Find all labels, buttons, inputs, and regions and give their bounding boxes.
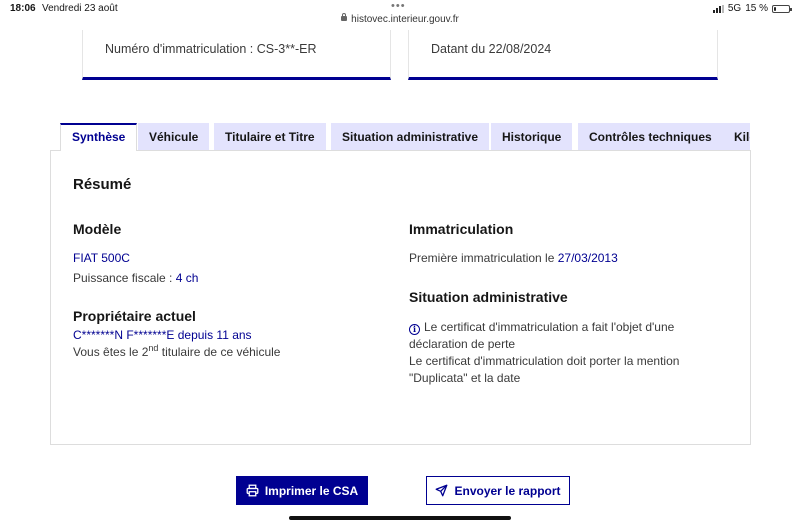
tab-situation-administrative[interactable]: Situation administrative <box>331 123 490 151</box>
home-indicator[interactable] <box>289 516 511 520</box>
address-bar[interactable]: histovec.interieur.gouv.fr <box>0 13 800 25</box>
send-icon <box>435 484 448 497</box>
admin-line-1-text: Le certificat d'immatriculation a fait l… <box>424 320 675 334</box>
send-report-label: Envoyer le rapport <box>454 483 561 498</box>
report-tabs: Synthèse Véhicule Titulaire et Titre Sit… <box>60 123 750 151</box>
admin-line-2: déclaration de perte <box>409 337 516 351</box>
owner-line: C*******N F*******E depuis 11 ans <box>73 327 252 344</box>
owner-rank-prefix: Vous êtes le 2 <box>73 345 149 359</box>
first-registration-label: Première immatriculation le <box>409 251 558 265</box>
first-registration: Première immatriculation le 27/03/2013 <box>409 250 618 267</box>
battery-fill <box>774 6 777 11</box>
summary-title: Résumé <box>73 176 132 193</box>
owner-heading: Propriétaire actuel <box>73 308 196 324</box>
admin-line-1: i Le certificat d'immatriculation a fait … <box>409 319 679 336</box>
tab-vehicule[interactable]: Véhicule <box>138 123 210 151</box>
owner-rank-rest: titulaire de ce véhicule <box>158 345 281 359</box>
model-heading: Modèle <box>73 221 122 237</box>
owner-rank-suffix: nd <box>148 343 159 353</box>
first-registration-date: 27/03/2013 <box>557 251 618 265</box>
owner-since-value: 11 ans <box>216 328 252 342</box>
fiscal-power: Puissance fiscale : 4 ch <box>73 270 198 287</box>
fiscal-power-value: 4 ch <box>175 271 199 285</box>
tab-controles-techniques[interactable]: Contrôles techniques <box>578 123 723 151</box>
admin-heading: Situation administrative <box>409 289 568 305</box>
signal-icon <box>712 4 724 13</box>
battery-percent: 15 % <box>745 3 768 14</box>
tab-synthese[interactable]: Synthèse <box>60 123 138 151</box>
battery-icon <box>772 4 792 13</box>
admin-info: i Le certificat d'immatriculation a fait … <box>409 319 679 387</box>
report-date: Datant du 22/08/2024 <box>431 42 552 56</box>
status-time: 18:06 <box>10 3 36 14</box>
status-date: Vendredi 23 août <box>42 3 118 14</box>
owner-rank: Vous êtes le 2nd titulaire de ce véhicul… <box>73 344 280 361</box>
model-name: FIAT 500C <box>73 251 130 265</box>
info-icon: i <box>409 324 420 335</box>
registration-heading: Immatriculation <box>409 221 514 237</box>
admin-line-4: "Duplicata" et la date <box>409 371 521 385</box>
date-card: Datant du 22/08/2024 <box>408 30 718 80</box>
fiscal-power-label: Puissance fiscale : <box>73 271 176 285</box>
send-report-button[interactable]: Envoyer le rapport <box>426 476 570 505</box>
admin-line-3: Le certificat d'immatriculation doit por… <box>409 354 680 368</box>
tab-historique[interactable]: Historique <box>491 123 573 151</box>
lock-icon <box>341 13 348 21</box>
status-indicators: 5G 15 % <box>712 3 792 14</box>
tab-kilometrage[interactable]: Kilo <box>723 123 750 151</box>
owner-since-label: depuis <box>174 328 217 342</box>
registration-card: Numéro d'immatriculation : CS-3**-ER <box>82 30 391 80</box>
tab-titulaire[interactable]: Titulaire et Titre <box>214 123 326 151</box>
network-type: 5G <box>727 3 742 14</box>
multitask-dots-icon[interactable]: ••• <box>391 0 406 12</box>
print-csa-label: Imprimer le CSA <box>264 483 359 498</box>
registration-number: Numéro d'immatriculation : CS-3**-ER <box>105 42 317 56</box>
synthese-panel: Résumé Modèle FIAT 500C Puissance fiscal… <box>50 150 751 445</box>
status-bar: 18:06 Vendredi 23 août ••• histovec.inte… <box>0 0 800 30</box>
print-csa-button[interactable]: Imprimer le CSA <box>236 476 368 505</box>
url-text: histovec.interieur.gouv.fr <box>351 14 459 25</box>
owner-name: C*******N F*******E <box>73 328 175 342</box>
printer-icon <box>246 484 259 497</box>
